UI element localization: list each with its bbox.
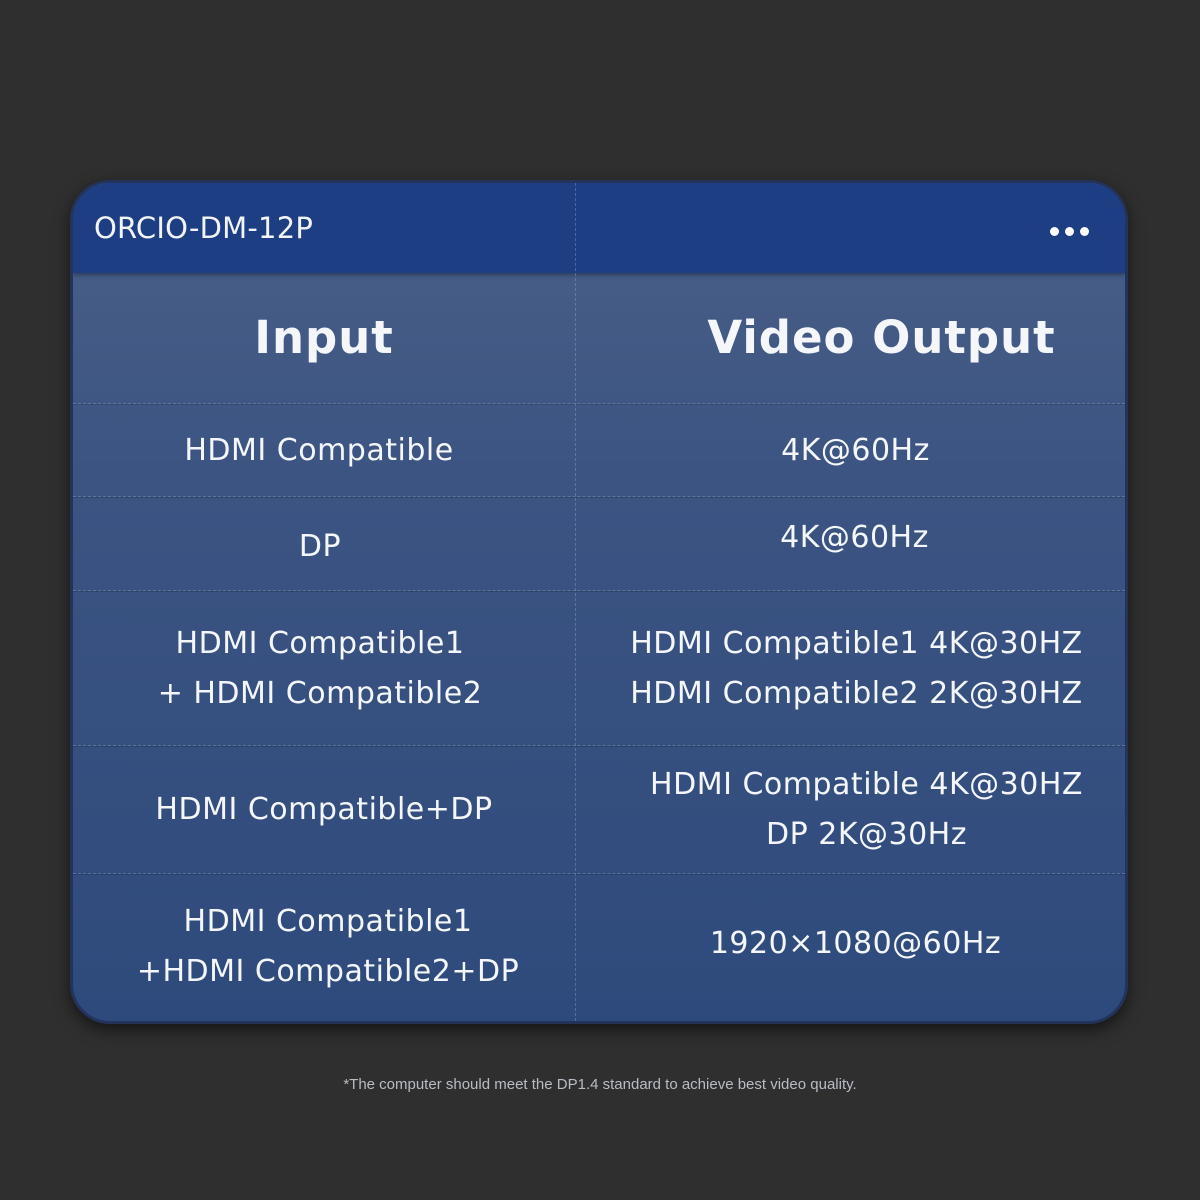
input-text: + HDMI Compatible2 — [157, 675, 483, 711]
input-column-header: Input — [73, 273, 575, 403]
output-cell: 4K@60Hz — [575, 497, 1125, 591]
more-dot — [1080, 227, 1089, 236]
input-cell: HDMI Compatible1 +HDMI Compatible2+DP — [73, 874, 575, 1021]
input-text: HDMI Compatible1 — [183, 904, 473, 939]
model-title: ORCIO-DM-12P — [94, 211, 314, 245]
input-text: HDMI Compatible+DP — [155, 792, 493, 827]
output-cell: HDMI Compatible1 4K@30HZ HDMI Compatible… — [575, 591, 1125, 746]
output-text: DP 2K@30Hz — [766, 817, 967, 852]
table-row: HDMI Compatible1 + HDMI Compatible2 HDMI… — [73, 590, 1125, 746]
output-text: HDMI Compatible1 4K@30HZ — [630, 625, 1083, 661]
input-header-label: Input — [254, 311, 394, 364]
table-row: DP 4K@60Hz — [73, 496, 1125, 591]
output-cell: 4K@60Hz — [575, 404, 1125, 497]
output-text: 4K@60Hz — [780, 520, 929, 555]
footnote: *The computer should meet the DP1.4 stan… — [343, 1076, 857, 1093]
input-text: +HDMI Compatible2+DP — [136, 954, 520, 989]
column-divider — [575, 183, 576, 1021]
table-row: HDMI Compatible+DP HDMI Compatible 4K@30… — [73, 745, 1125, 874]
table-row: HDMI Compatible1 +HDMI Compatible2+DP 19… — [73, 873, 1125, 1021]
output-cell: 1920×1080@60Hz — [575, 874, 1125, 1021]
card-header: ORCIO-DM-12P — [73, 183, 1125, 273]
output-text: 4K@60Hz — [781, 432, 930, 468]
table-header-row: Input Video Output — [73, 273, 1125, 403]
table-row: HDMI Compatible 4K@60Hz — [73, 403, 1125, 497]
output-text: HDMI Compatible 4K@30HZ — [650, 767, 1083, 802]
output-text: HDMI Compatible2 2K@30HZ — [630, 675, 1083, 711]
input-cell: HDMI Compatible — [73, 404, 575, 497]
more-options-icon[interactable] — [1050, 227, 1089, 236]
spec-card: ORCIO-DM-12P Input Video Output HDMI Com… — [70, 180, 1128, 1024]
input-cell: HDMI Compatible+DP — [73, 746, 575, 874]
input-cell: HDMI Compatible1 + HDMI Compatible2 — [73, 591, 575, 746]
more-dot — [1050, 227, 1059, 236]
output-cell: HDMI Compatible 4K@30HZ DP 2K@30Hz — [575, 746, 1125, 874]
input-text: DP — [298, 529, 342, 564]
output-text: 1920×1080@60Hz — [709, 926, 1002, 961]
input-cell: DP — [73, 497, 575, 591]
output-column-header: Video Output — [575, 273, 1125, 403]
input-text: HDMI Compatible — [184, 432, 454, 468]
output-header-label: Video Output — [707, 311, 1056, 364]
input-text: HDMI Compatible1 — [175, 625, 465, 661]
more-dot — [1065, 227, 1074, 236]
